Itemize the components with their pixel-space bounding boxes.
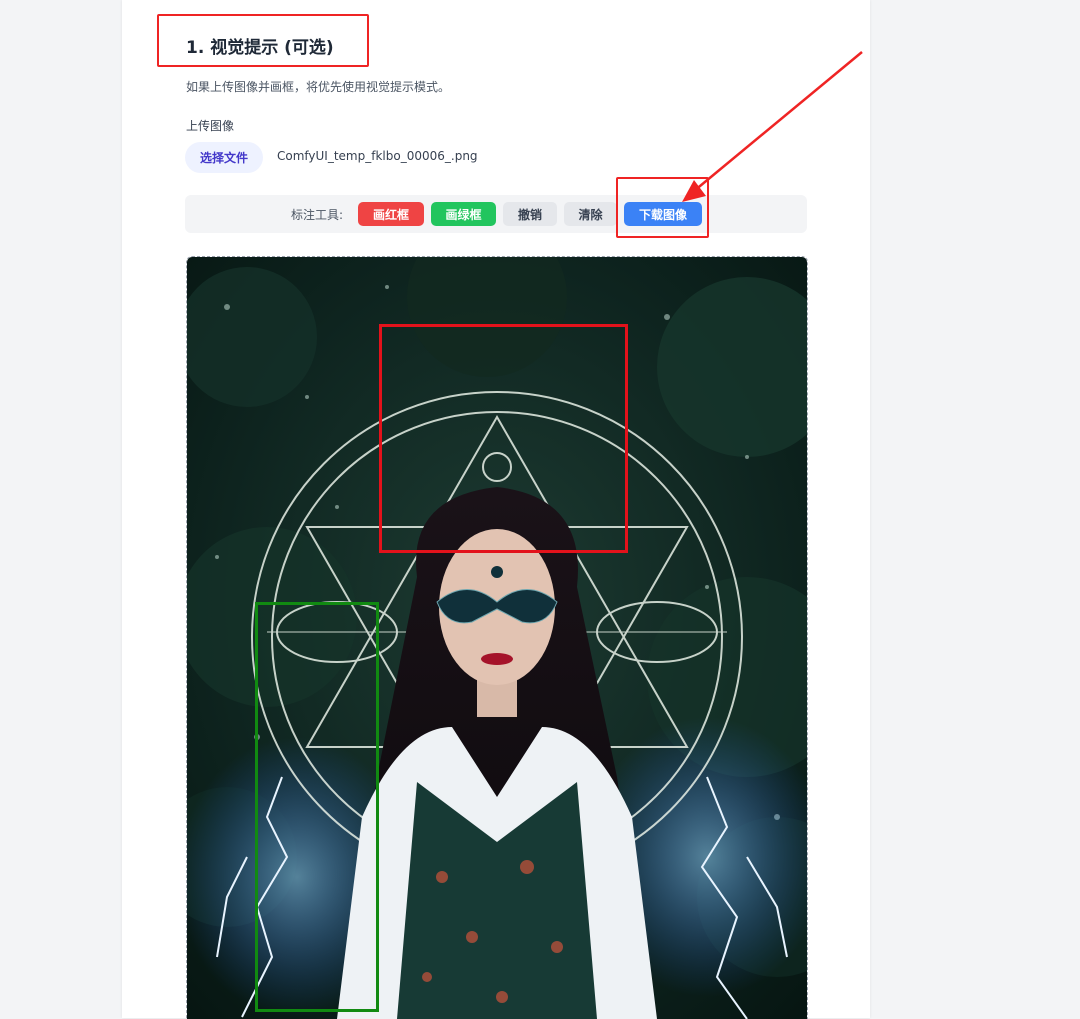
selected-file-name: ComfyUI_temp_fklbo_00006_.png xyxy=(277,149,478,163)
clear-button[interactable]: 清除 xyxy=(564,202,617,226)
red-annotation-box[interactable] xyxy=(379,324,628,553)
section-hint: 如果上传图像并画框，将优先使用视觉提示模式。 xyxy=(186,80,451,94)
title-callout-box xyxy=(157,14,369,67)
choose-file-button[interactable]: 选择文件 xyxy=(185,142,263,173)
draw-green-box-button[interactable]: 画绿框 xyxy=(431,202,496,226)
download-callout-box xyxy=(616,177,709,238)
annotation-canvas[interactable] xyxy=(186,256,808,1019)
draw-red-box-button[interactable]: 画红框 xyxy=(358,202,424,226)
annotation-toolbar xyxy=(185,195,807,233)
undo-button[interactable]: 撤销 xyxy=(503,202,557,226)
toolbar-label: 标注工具: xyxy=(291,208,344,222)
green-annotation-box[interactable] xyxy=(255,602,379,1012)
upload-label: 上传图像 xyxy=(186,119,235,133)
